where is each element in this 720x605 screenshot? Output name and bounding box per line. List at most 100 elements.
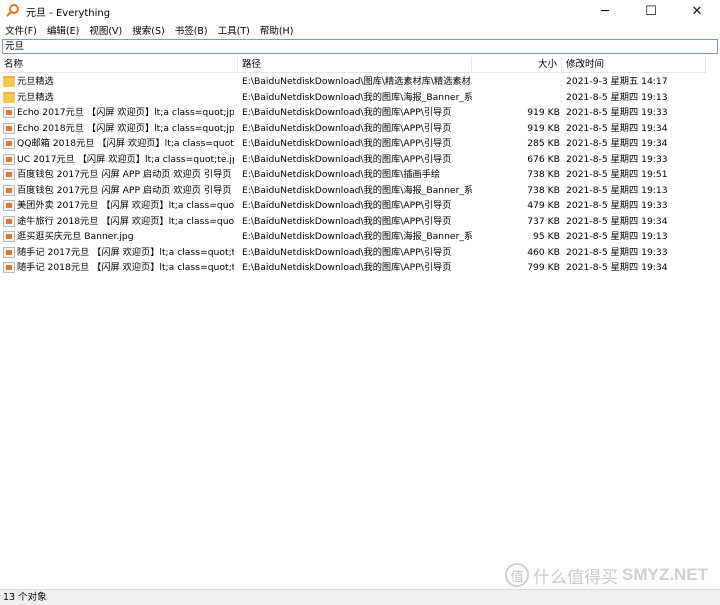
watermark-en-text: SMYZ.NET (622, 565, 708, 584)
table-row[interactable]: QQ邮箱 2018元旦 【闪屏 欢迎页】lt;a class=quot;j...… (0, 136, 720, 152)
maximize-button[interactable]: ☐ (628, 0, 674, 22)
column-header-size[interactable]: 大小 (472, 57, 562, 73)
row-path: E:\BaiduNetdiskDownload\我的图库\APP\引导页 (242, 153, 452, 165)
results-list: 元旦精选 E:\BaiduNetdiskDownload\图库\精选素材库\精选… (0, 74, 720, 276)
row-name: QQ邮箱 2018元旦 【闪屏 欢迎页】lt;a class=quot;j... (17, 138, 234, 149)
row-path: E:\BaiduNetdiskDownload\我的图库\APP\引导页 (242, 122, 452, 134)
row-name: 元旦精选 (17, 91, 54, 103)
watermark: 值 什么值得买 SMYZ.NET (505, 561, 708, 589)
row-size: 738 KB (527, 184, 560, 196)
window-controls: ─ ☐ ✕ (582, 0, 720, 22)
table-row[interactable]: 随手记 2017元旦 【闪屏 欢迎页】lt;a class=quot;t.j..… (0, 245, 720, 261)
image-file-icon (3, 184, 15, 196)
table-row[interactable]: 百度钱包 2017元旦 闪屏 APP 启动页 欢迎页 引导页 ... E:\Ba… (0, 167, 720, 183)
row-path: E:\BaiduNetdiskDownload\我的图库\海报_Banner_系… (242, 184, 472, 196)
row-path: E:\BaiduNetdiskDownload\我的图库\APP\引导页 (242, 246, 452, 258)
folder-icon (3, 76, 15, 87)
table-row[interactable]: 元旦精选 E:\BaiduNetdiskDownload\图库\精选素材库\精选… (0, 74, 720, 90)
row-name: 随手记 2017元旦 【闪屏 欢迎页】lt;a class=quot;t.j..… (17, 246, 234, 258)
row-name: 百度钱包 2017元旦 闪屏 APP 启动页 欢迎页 引导页 ... (17, 184, 234, 196)
image-file-icon (3, 231, 15, 242)
row-size: 95 KB (533, 231, 560, 242)
image-file-icon (3, 122, 15, 134)
table-row[interactable]: 百度钱包 2017元旦 闪屏 APP 启动页 欢迎页 引导页 ... E:\Ba… (0, 183, 720, 199)
search-input[interactable]: 元旦 (2, 39, 718, 54)
folder-icon (3, 91, 15, 103)
row-name: 百度钱包 2017元旦 闪屏 APP 启动页 欢迎页 引导页 ... (17, 169, 234, 180)
table-row[interactable]: 元旦精选 E:\BaiduNetdiskDownload\我的图库\海报_Ban… (0, 90, 720, 106)
menu-bar: 文件(F) 编辑(E) 视图(V) 搜索(S) 书签(B) 工具(T) 帮助(H… (0, 22, 720, 38)
minimize-button[interactable]: ─ (582, 0, 628, 22)
row-path: E:\BaiduNetdiskDownload\我的图库\APP\引导页 (242, 215, 452, 227)
menu-edit[interactable]: 编辑(E) (42, 23, 84, 37)
image-file-icon (3, 107, 15, 118)
row-path: E:\BaiduNetdiskDownload\我的图库\插画手绘 (242, 169, 441, 180)
row-size: 479 KB (527, 200, 560, 211)
row-date: 2021-9-3 星期五 14:17 (566, 76, 668, 87)
row-size: 919 KB (527, 122, 560, 134)
status-text: 13 个对象 (3, 592, 47, 603)
image-file-icon (3, 246, 15, 258)
row-path: E:\BaiduNetdiskDownload\我的图库\APP\引导页 (242, 200, 452, 211)
table-row[interactable]: 逛买逛买庆元旦 Banner.jpg E:\BaiduNetdiskDownlo… (0, 229, 720, 245)
menu-tools[interactable]: 工具(T) (213, 23, 255, 37)
row-path: E:\BaiduNetdiskDownload\我的图库\APP\引导页 (242, 262, 452, 273)
row-date: 2021-8-5 星期四 19:34 (566, 215, 668, 227)
watermark-badge-icon: 值 (505, 563, 530, 587)
row-name: Echo 2017元旦 【闪屏 欢迎页】lt;a class=quot;jpg (17, 107, 234, 118)
vertical-scrollbar[interactable] (706, 57, 720, 587)
image-file-icon (3, 153, 15, 165)
menu-search[interactable]: 搜索(S) (127, 23, 169, 37)
row-date: 2021-8-5 星期四 19:34 (566, 122, 668, 134)
row-date: 2021-8-5 星期四 19:33 (566, 200, 668, 211)
row-size: 676 KB (527, 153, 560, 165)
row-date: 2021-8-5 星期四 19:13 (566, 231, 668, 242)
row-size: 919 KB (527, 107, 560, 118)
window-title: 元旦 - Everything (26, 7, 111, 19)
table-row[interactable]: 随手记 2018元旦 【闪屏 欢迎页】lt;a class=quot;t.j..… (0, 260, 720, 276)
image-file-icon (3, 215, 15, 227)
status-bar: 13 个对象 (0, 589, 720, 605)
row-size (474, 90, 560, 106)
row-date: 2021-8-5 星期四 19:51 (566, 169, 668, 180)
row-name: 途牛旅行 2018元旦 【闪屏 欢迎页】lt;a class=quot;... (17, 215, 234, 227)
image-file-icon (3, 200, 15, 211)
row-name: 随手记 2018元旦 【闪屏 欢迎页】lt;a class=quot;t.j..… (17, 262, 234, 273)
row-size: 460 KB (527, 246, 560, 258)
column-header-path[interactable]: 路径 (238, 57, 472, 73)
column-header-date[interactable]: 修改时间 (562, 57, 706, 73)
row-size: 285 KB (527, 138, 560, 149)
image-file-icon (3, 262, 15, 273)
menu-help[interactable]: 帮助(H) (255, 23, 299, 37)
row-path: E:\BaiduNetdiskDownload\图库\精选素材库\精选素材... (242, 76, 472, 87)
row-date: 2021-8-5 星期四 19:34 (566, 138, 668, 149)
row-date: 2021-8-5 星期四 19:33 (566, 107, 668, 118)
row-name: 美团外卖 2017元旦 【闪屏 欢迎页】lt;a class=quot;... (17, 200, 234, 211)
row-size: 799 KB (527, 262, 560, 273)
menu-bookmarks[interactable]: 书签(B) (170, 23, 213, 37)
table-row[interactable]: Echo 2018元旦 【闪屏 欢迎页】lt;a class=quot;jpg … (0, 121, 720, 137)
row-path: E:\BaiduNetdiskDownload\我的图库\APP\引导页 (242, 107, 452, 118)
table-row[interactable]: Echo 2017元旦 【闪屏 欢迎页】lt;a class=quot;jpg … (0, 105, 720, 121)
row-name: 逛买逛买庆元旦 Banner.jpg (17, 231, 134, 242)
row-name: UC 2017元旦 【闪屏 欢迎页】lt;a class=quot;te.jpg (17, 153, 234, 165)
menu-file[interactable]: 文件(F) (0, 23, 42, 37)
table-row[interactable]: 美团外卖 2017元旦 【闪屏 欢迎页】lt;a class=quot;... … (0, 198, 720, 214)
title-bar: 元旦 - Everything ─ ☐ ✕ (0, 0, 720, 22)
image-file-icon (3, 169, 15, 180)
table-row[interactable]: 途牛旅行 2018元旦 【闪屏 欢迎页】lt;a class=quot;... … (0, 214, 720, 230)
row-date: 2021-8-5 星期四 19:34 (566, 262, 668, 273)
row-date: 2021-8-5 星期四 19:13 (566, 91, 668, 103)
row-date: 2021-8-5 星期四 19:13 (566, 184, 668, 196)
column-header-row: 名称 路径 大小 修改时间 (0, 57, 720, 73)
row-size: 738 KB (527, 169, 560, 180)
close-button[interactable]: ✕ (674, 0, 720, 22)
row-date: 2021-8-5 星期四 19:33 (566, 246, 668, 258)
everything-app-icon (5, 3, 21, 19)
row-path: E:\BaiduNetdiskDownload\我的图库\海报_Banner_系 (242, 91, 472, 103)
watermark-cn-text: 什么值得买 (533, 567, 619, 588)
menu-view[interactable]: 视图(V) (84, 23, 127, 37)
column-header-name[interactable]: 名称 (0, 57, 238, 73)
row-date: 2021-8-5 星期四 19:33 (566, 153, 668, 165)
table-row[interactable]: UC 2017元旦 【闪屏 欢迎页】lt;a class=quot;te.jpg… (0, 152, 720, 168)
